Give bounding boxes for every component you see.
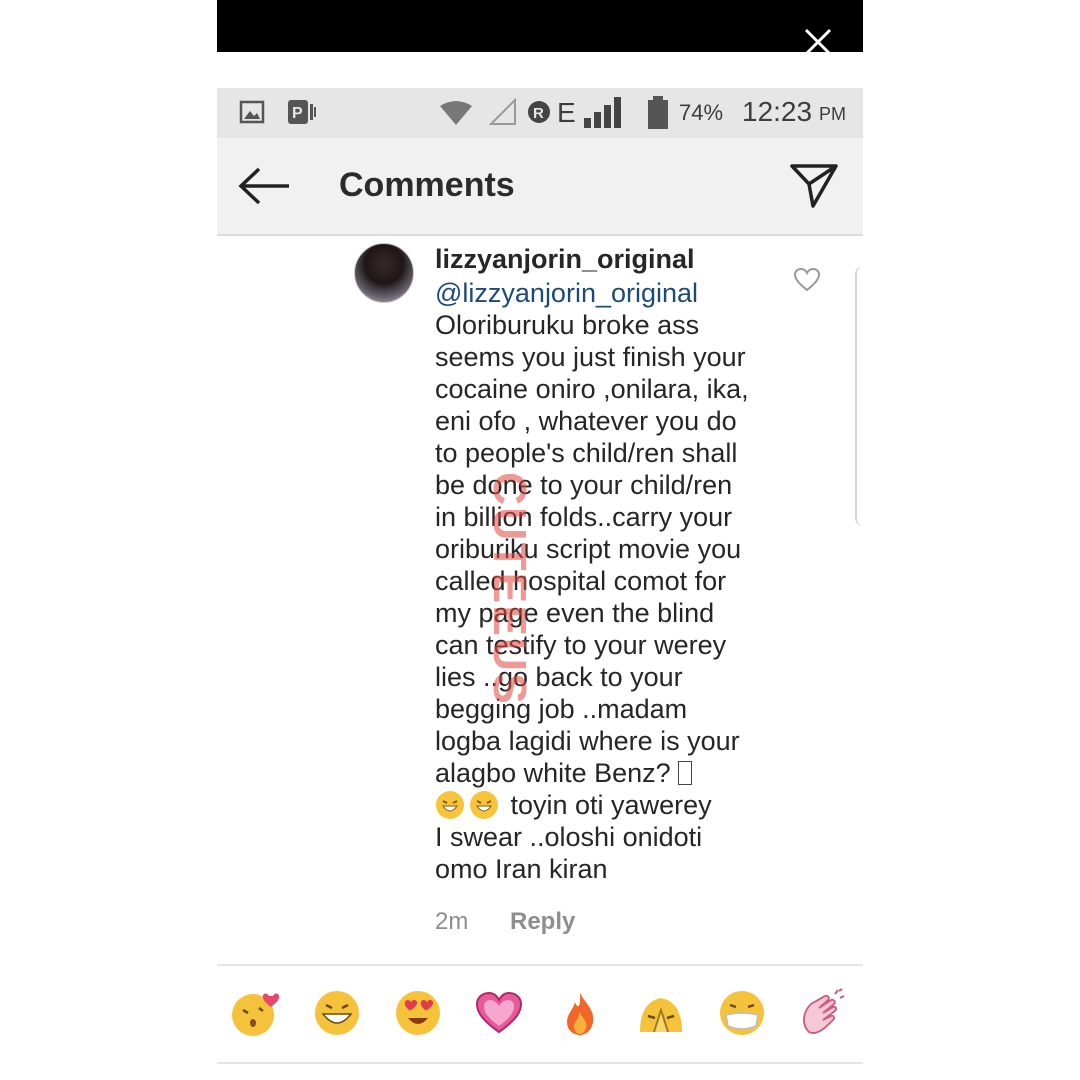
like-heart-icon[interactable] — [793, 266, 821, 294]
battery-percent: 74% — [679, 100, 724, 125]
svg-text:P: P — [292, 105, 303, 122]
signal-icon — [584, 97, 621, 128]
reply-button[interactable]: Reply — [510, 908, 575, 936]
roaming-icon: R — [528, 101, 550, 123]
comment-line: eni ofo , whatever you do — [435, 406, 737, 436]
network-type: E — [557, 97, 576, 128]
comment-line: toyin oti yawerey — [435, 790, 712, 821]
heart-emoji-icon[interactable] — [474, 988, 524, 1038]
grin-emoji-icon[interactable] — [312, 988, 362, 1038]
laughing-emoji-icon — [470, 791, 498, 819]
praying-emoji-icon[interactable] — [636, 988, 686, 1038]
page-title: Comments — [339, 166, 515, 204]
fire-emoji-icon[interactable] — [555, 988, 605, 1038]
heart-eyes-emoji-icon[interactable] — [393, 988, 443, 1038]
clock-ampm: PM — [819, 104, 846, 124]
comment-line: lies ..go back to your — [435, 662, 683, 692]
comment-line: Oloriburuku broke ass — [435, 310, 700, 340]
comment-line: be done to your child/ren — [435, 470, 733, 500]
watermark-text: CUTEEUS — [484, 472, 536, 706]
comment-line: my page even the blind — [435, 598, 715, 628]
comment-line: in billion folds..carry your — [435, 502, 733, 532]
scroll-indicator[interactable] — [855, 266, 863, 526]
comment-line-text: alagbo white Benz? — [435, 758, 679, 788]
status-bar: P R E 74% 12:23 PM — [217, 88, 863, 138]
comment-line: can testify to your werey — [435, 630, 727, 660]
clap-emoji-icon[interactable] — [795, 988, 845, 1038]
comment-line: logba lagidi where is your — [435, 726, 740, 756]
comment-line: called hospital comot for — [435, 566, 727, 596]
comment-line: to people's child/ren shall — [435, 438, 738, 468]
comment-line: cocaine oniro ,onilara, ika, — [435, 374, 749, 404]
svg-text:R: R — [533, 105, 544, 122]
app-notification-icon: P — [288, 100, 316, 124]
comment-line: alagbo white Benz? — [435, 758, 693, 789]
comment-line: I swear ..oloshi onidoti — [435, 822, 703, 852]
comment-line: seems you just finish your — [435, 342, 746, 372]
direct-message-icon[interactable] — [789, 160, 839, 210]
comment-timestamp: 2m — [435, 908, 469, 935]
comment-line-text: toyin oti yawerey — [503, 790, 712, 820]
battery-icon — [648, 96, 668, 129]
back-arrow-icon[interactable] — [237, 166, 293, 206]
emoji-quick-bar — [217, 964, 863, 1064]
wifi-icon — [440, 101, 472, 125]
missing-glyph-icon — [678, 761, 693, 785]
signal-empty-icon — [489, 98, 516, 125]
mask-emoji-icon[interactable] — [717, 988, 767, 1038]
kiss-emoji-icon[interactable] — [231, 988, 281, 1038]
laughing-emoji-icon — [436, 791, 464, 819]
top-black-bar — [217, 0, 863, 52]
comments-header: Comments — [217, 138, 863, 236]
comment-username[interactable]: lizzyanjorin_original — [435, 244, 695, 275]
phone-screen: P R E 74% 12:23 PM Comments lizzyanjorin… — [217, 52, 863, 1080]
avatar[interactable] — [354, 243, 414, 303]
comment-line: oriburiku script movie you — [435, 534, 742, 564]
gallery-icon — [239, 100, 265, 124]
comment-line: begging job ..madam — [435, 694, 688, 724]
clock-time: 12:23 — [742, 96, 813, 127]
comment-line: omo Iran kiran — [435, 854, 608, 884]
comment-mention-link[interactable]: @lizzyanjorin_original — [435, 278, 698, 309]
